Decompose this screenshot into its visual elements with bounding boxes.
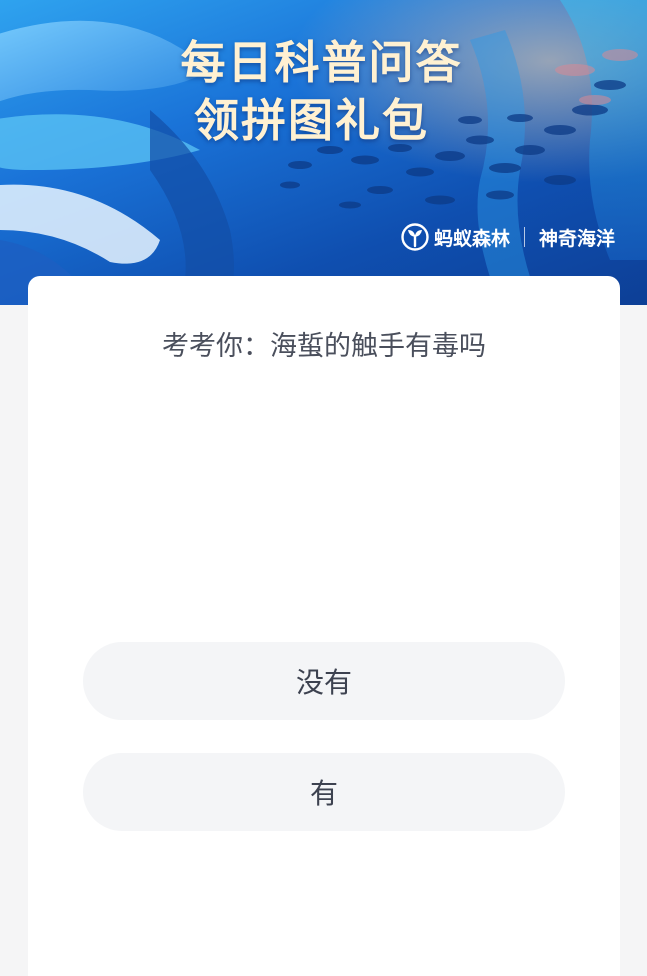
brand-divider [523,227,525,247]
brand-primary: 蚂蚁森林 [433,227,510,250]
answer-option-yes[interactable]: 有 [83,753,565,831]
answer-option-no[interactable]: 没有 [83,642,565,720]
banner-title-line1: 每日科普问答 [180,36,463,89]
sprout-icon [401,223,429,251]
brand-bar: 蚂蚁森林 神奇海洋 [400,222,615,252]
quiz-card: 考考你：海蜇的触手有毒吗 没有 有 [28,276,620,976]
header-banner: 每日科普问答 领拼图礼包 蚂蚁森林 神奇海洋 [0,0,647,305]
banner-title-line2: 领拼图礼包 [193,94,429,147]
brand-secondary: 神奇海洋 [538,227,615,250]
question-text: 考考你：海蜇的触手有毒吗 [162,331,486,362]
